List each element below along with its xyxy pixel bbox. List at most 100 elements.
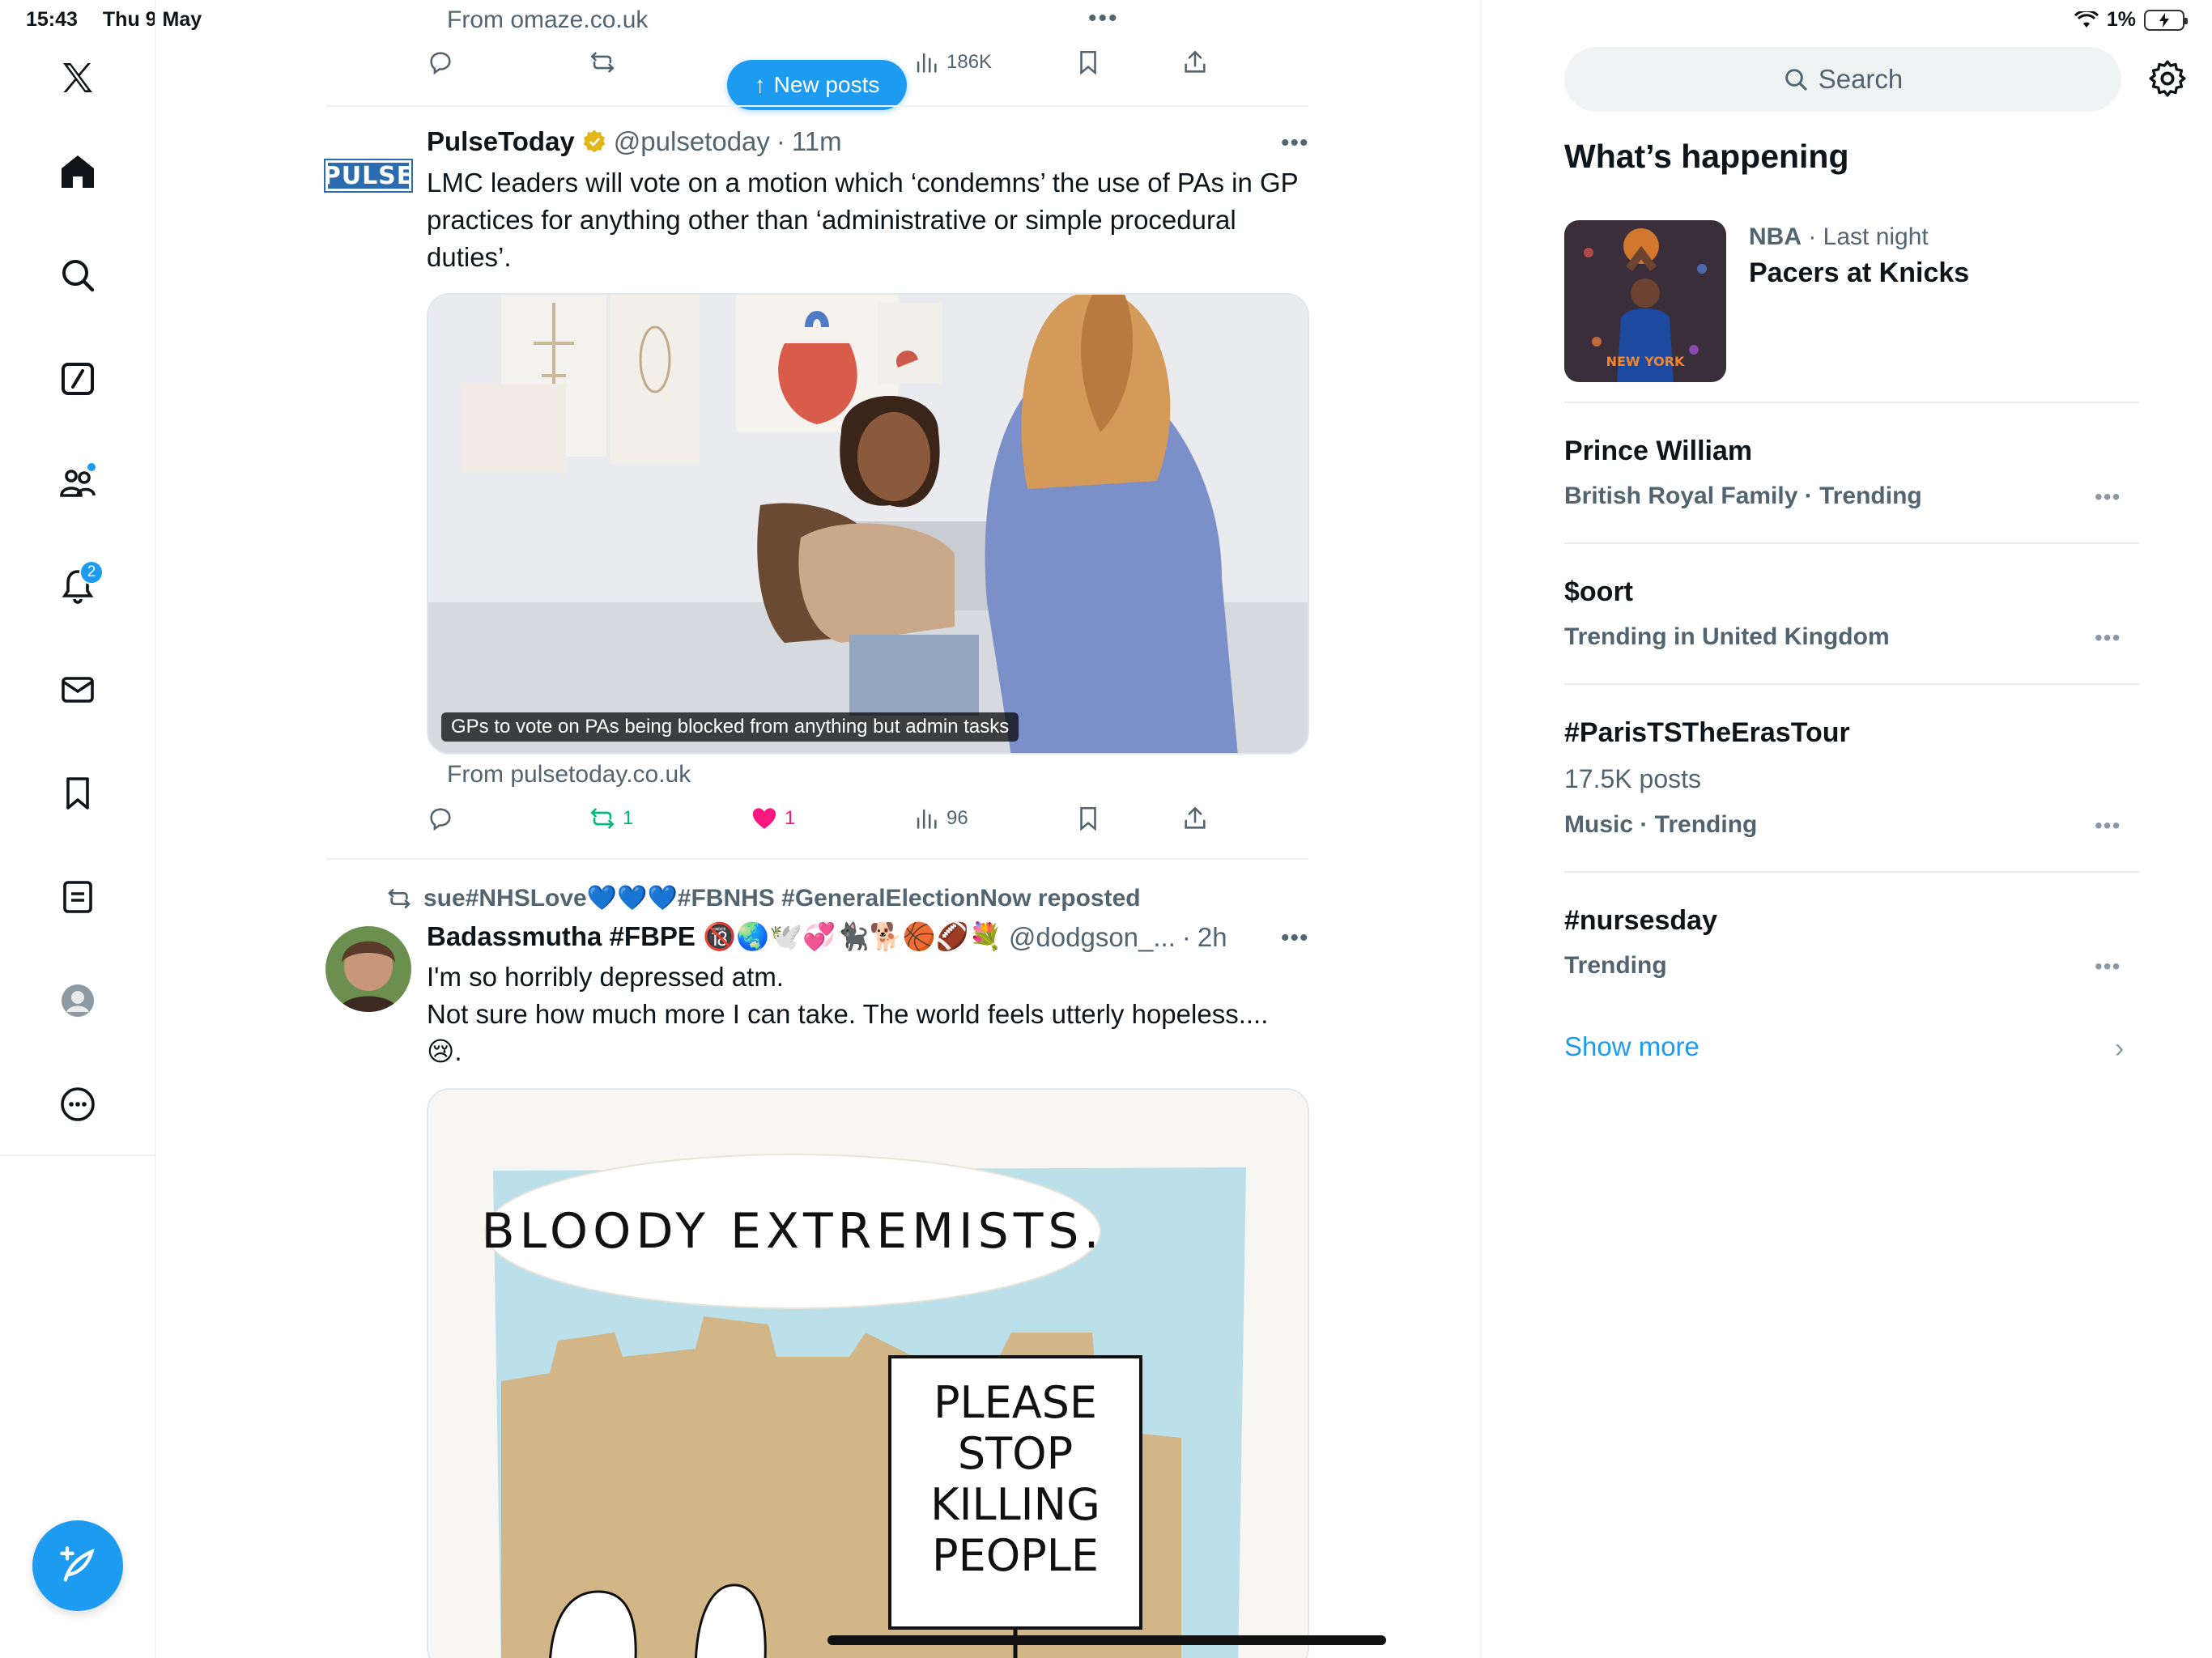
compose-button[interactable]	[32, 1520, 123, 1611]
trend-subtitle: Trending in United Kingdom	[1564, 623, 1890, 650]
share-icon	[1185, 50, 1206, 73]
search-icon	[1784, 69, 1807, 91]
search-placeholder: Search	[1818, 64, 1904, 94]
consultation-photo	[428, 295, 1308, 753]
trend-more-icon[interactable]: •••	[2095, 625, 2121, 651]
cartoon-speech-text: BLOODY EXTREMISTS.	[481, 1203, 1104, 1260]
bookmark-button[interactable]	[1074, 805, 1102, 832]
lists-icon[interactable]	[45, 865, 110, 929]
trend-subtitle: Trending	[1564, 952, 1667, 979]
pulsetoday-avatar[interactable]: PULSE	[323, 159, 413, 193]
arrow-up-icon: ↑	[754, 72, 766, 97]
left-nav: 2	[0, 0, 156, 1658]
show-more-link[interactable]: Show more	[1564, 1031, 1699, 1062]
repost-button[interactable]: 1	[589, 805, 633, 832]
bookmark-button[interactable]	[1074, 49, 1102, 76]
trend-meta: NBA · Last night	[1749, 223, 1929, 251]
reply-button[interactable]	[427, 49, 454, 76]
more-options-icon[interactable]	[45, 1072, 110, 1137]
cartoon-sign-line: STOP	[958, 1428, 1073, 1479]
tweet-header: Badassmutha #FBPE 🔞🌏🕊️💞🐈‍⬛🐕🏀🏈💐 @dodgson_…	[427, 921, 1227, 953]
time-separator: ·	[1181, 921, 1191, 952]
bookmark-icon	[1080, 50, 1096, 75]
chevron-right-icon: ›	[2115, 1033, 2125, 1064]
compose-feather-icon	[60, 1546, 95, 1582]
time-separator: ·	[776, 126, 785, 156]
new-posts-pill[interactable]: ↑ New posts	[727, 60, 907, 110]
bookmark-icon	[1080, 806, 1096, 831]
nav-divider	[0, 1154, 156, 1156]
tweet-text: LMC leaders will vote on a motion which …	[427, 168, 1299, 272]
share-button[interactable]	[1181, 805, 1209, 832]
author-name[interactable]: Badassmutha #FBPE 🔞🌏🕊️💞🐈‍⬛🐕🏀🏈💐	[427, 921, 1002, 953]
home-indicator[interactable]	[827, 1635, 1386, 1645]
trend-divider	[1564, 402, 2139, 403]
trend-more-icon[interactable]: •••	[2095, 484, 2121, 510]
reposted-by-text[interactable]: sue#NHSLove💙💙💙#FBNHS #GeneralElectionNow…	[423, 884, 1141, 912]
tweet-link-card-image[interactable]: GPs to vote on PAs being blocked from an…	[427, 293, 1309, 755]
trend-divider	[1564, 683, 2139, 685]
communities-icon[interactable]	[45, 450, 110, 515]
cartoon-sign-line: KILLING	[930, 1479, 1100, 1530]
trend-title: Pacers at Knicks	[1749, 257, 1970, 288]
trend-subtitle: British Royal Family · Trending	[1564, 483, 1922, 509]
views-icon	[917, 809, 937, 829]
cartoon-sign-line: PLEASE	[934, 1377, 1097, 1428]
prev-tweet-link-source[interactable]: From omaze.co.uk	[447, 6, 648, 34]
tweet-text-line: Not sure how much more I can take. The w…	[427, 999, 1269, 1029]
tweet-cartoon-image[interactable]: BLOODY EXTREMISTS. PLEASE STOP KILLING P…	[427, 1088, 1309, 1658]
link-card-source[interactable]: From pulsetoday.co.uk	[447, 761, 691, 789]
views-count: 186K	[946, 51, 993, 73]
notifications-icon[interactable]: 2	[45, 554, 110, 619]
tweet-text: I'm so horribly depressed atm. Not sure …	[427, 959, 1309, 1070]
tweet-time[interactable]: 2h	[1197, 922, 1227, 953]
communities-unread-dot	[86, 461, 97, 473]
views-button[interactable]: 96	[912, 805, 968, 832]
profile-avatar-icon[interactable]	[45, 968, 110, 1033]
reply-icon	[430, 808, 451, 831]
repost-button[interactable]	[589, 49, 616, 76]
home-icon[interactable]	[45, 139, 110, 204]
author-avatar[interactable]	[325, 926, 411, 1012]
trend-more-icon[interactable]: •••	[2095, 813, 2121, 839]
x-logo-icon[interactable]	[45, 45, 110, 110]
tweet-time[interactable]: 11m	[792, 126, 842, 157]
repost-count: 1	[623, 807, 634, 829]
trend-title: Prince William	[1564, 436, 1753, 466]
trend-divider	[1564, 871, 2139, 873]
right-sidebar: Search What’s happening NEW YORK NBA · L…	[1480, 0, 2212, 1658]
search-icon[interactable]	[45, 243, 110, 308]
author-handle[interactable]: @pulsetoday	[614, 126, 770, 157]
repost-icon	[388, 888, 410, 908]
trend-category: NBA	[1749, 223, 1802, 250]
like-button[interactable]: 1	[751, 805, 795, 832]
trend-title: $oort	[1564, 576, 1633, 607]
cartoon-sign-line: PEOPLE	[932, 1530, 1099, 1581]
bookmarks-icon[interactable]	[45, 761, 110, 826]
grok-icon[interactable]	[45, 346, 110, 411]
svg-text:NEW YORK: NEW YORK	[1606, 354, 1685, 369]
views-button[interactable]: 186K	[912, 49, 992, 76]
repost-icon	[590, 52, 615, 73]
author-name[interactable]: PulseToday	[427, 126, 575, 157]
reply-button[interactable]	[427, 805, 454, 832]
trend-thumbnail: NEW YORK	[1564, 220, 1726, 382]
trend-more-icon[interactable]: •••	[2095, 954, 2121, 980]
link-card-caption: GPs to vote on PAs being blocked from an…	[441, 712, 1019, 742]
tweet-text-line: I'm so horribly depressed atm.	[427, 962, 784, 992]
trend-title: #ParisTSTheErasTour	[1564, 717, 1850, 748]
trend-divider	[1564, 542, 2139, 544]
tweet-more-icon[interactable]: •••	[1281, 925, 1309, 952]
author-handle[interactable]: @dodgson_...	[1009, 922, 1176, 953]
trend-time: · Last night	[1808, 223, 1929, 250]
x-logo-glyph	[63, 63, 92, 92]
trend-subtitle: Music · Trending	[1564, 811, 1758, 838]
search-input[interactable]: Search	[1564, 47, 2121, 112]
share-button[interactable]	[1181, 49, 1209, 76]
prev-media-more-icon[interactable]: •••	[1088, 5, 1119, 32]
views-count: 96	[946, 807, 968, 829]
messages-icon[interactable]	[45, 657, 110, 722]
tweet-more-icon[interactable]: •••	[1281, 130, 1309, 157]
settings-gear-icon[interactable]	[2147, 58, 2188, 99]
share-icon	[1185, 806, 1206, 829]
